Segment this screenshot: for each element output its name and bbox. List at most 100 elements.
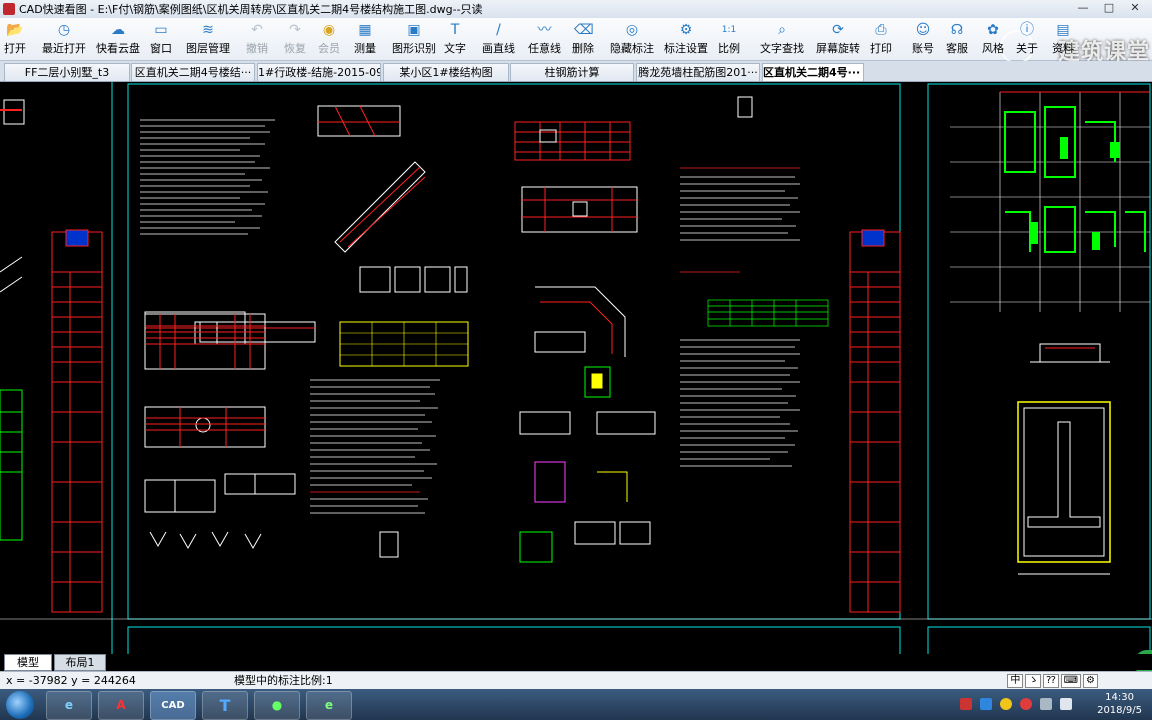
toolbar-button-14[interactable]: ◎ 隐藏标注 [610,20,654,58]
camera-icon[interactable]: ● [254,691,300,720]
cloud-icon: ☁ [111,22,125,38]
toolbar-button-5[interactable]: ↶ 撤销 [246,20,268,58]
drawing-canvas[interactable] [0,82,1152,654]
logo-block-right [861,229,885,247]
tray-app-icon[interactable] [960,698,972,710]
ie-icon[interactable]: e [46,691,92,720]
toolbar-button-8[interactable]: ▦ 测量 [354,20,376,58]
file-tab[interactable]: 区直机关二期4号···✕ [762,63,864,81]
t-app-icon[interactable]: T [202,691,248,720]
construction-notes-middle [310,379,440,514]
toolbar-button-label: 最近打开 [42,42,86,55]
pdf-icon[interactable]: A [98,691,144,720]
tray-volume-icon[interactable] [1060,698,1072,710]
clock-date: 2018/9/5 [1097,705,1142,716]
toolbar-button-17[interactable]: ⌕ 文字查找 [760,20,804,58]
window-controls: — □ ✕ [1070,0,1148,16]
beam-detail-1 [144,311,316,345]
close-button[interactable]: ✕ [1122,0,1148,16]
file-tab-label: FF二层小别墅_t3 [24,66,110,79]
toolbar-button-10[interactable]: T 文字 [444,20,466,58]
toolbar-button-label: 窗口 [150,42,172,55]
toolbar-button-12[interactable]: 〰任意线 [528,20,561,58]
app-logo-icon [3,3,15,15]
file-tab[interactable]: 区直机关二期4号楼结··· [131,63,255,81]
construction-notes-right [680,167,800,467]
sheet-border-lower-right [927,626,1151,654]
file-tab[interactable]: 腾龙苑墙柱配筋图201··· [636,63,760,81]
toolbar-button-0[interactable]: 📂 打开 [4,20,26,58]
file-tab[interactable]: 柱钢筋计算 [510,63,634,81]
tray-record-icon[interactable] [1020,698,1032,710]
foundation-plan-right [950,91,1150,312]
tab-layout1[interactable]: 布局1 [54,654,106,671]
text-icon: T [450,22,460,38]
start-button[interactable] [6,691,34,719]
status-bar: x = -37982 y = 244264 模型中的标注比例:1 中 ゝ ⁇ ⌨… [0,671,1152,690]
toolbar-button-label: 打印 [870,42,892,55]
eye-hidden-icon: ◎ [625,22,639,38]
close-tab-icon[interactable]: ✕ [863,69,864,79]
toolbar-button-label: 任意线 [528,42,561,55]
toolbar-button-2[interactable]: ☁ 快看云盘 [96,20,140,58]
ime-settings-icon[interactable]: ⚙ [1083,674,1098,688]
user-icon: ☺ [915,22,931,38]
toolbar-button-6[interactable]: ↷ 恢复 [284,20,306,58]
toolbar-button-18[interactable]: ⟳ 屏幕旋转 [816,20,860,58]
tab-model[interactable]: 模型 [4,654,52,671]
ime-mode-chinese[interactable]: 中 [1007,674,1024,688]
general-notes-block [140,119,275,235]
tray-network-icon[interactable] [1040,698,1052,710]
toolbar-button-13[interactable]: ⌫ 删除 [572,20,594,58]
palette-icon: ✿ [987,22,999,38]
ime-keyboard-icon[interactable]: ⌨ [1060,674,1082,688]
toolbar-button-label: 比例 [718,42,740,55]
file-tab-label: 腾龙苑墙柱配筋图201··· [638,66,758,79]
maximize-button[interactable]: □ [1096,0,1122,16]
sheet-border-lower [127,626,901,654]
redo-icon: ↷ [289,22,301,38]
file-tab-label: 区直机关二期4号··· [763,66,861,79]
window-icon: ▭ [154,22,168,38]
file-tab[interactable]: 某小区1#楼结构图 [383,63,509,81]
toolbar-button-19[interactable]: ⎙ 打印 [870,20,892,58]
tray-security-icon[interactable] [1000,698,1012,710]
undo-icon: ↶ [251,22,263,38]
toolbar-button-24[interactable]: ▤ 资料 [1052,20,1074,58]
freehand-icon: 〰 [537,22,552,38]
coordinates-readout: x = -37982 y = 244264 [6,674,136,687]
eraser-icon: ⌫ [574,22,594,38]
ime-toolbar[interactable]: 中 ゝ ⁇ ⌨ ⚙ [1007,674,1098,688]
measure-icon: ▦ [358,22,372,38]
ime-help-icon[interactable]: ⁇ [1043,674,1059,688]
text-search-icon: ⌕ [778,22,786,38]
toolbar-button-9[interactable]: ▣ 图形识别 [392,20,436,58]
toolbar-button-23[interactable]: ⓘ 关于 [1016,20,1038,58]
opening-reinforcement-2 [144,406,266,448]
file-tab[interactable]: 1#行政楼-结施-2015-09 [257,63,381,81]
toolbar-button-3[interactable]: ▭ 窗口 [150,20,172,58]
toolbar-button-11[interactable]: / 画直线 [482,20,515,58]
tray-bluetooth-icon[interactable] [980,698,992,710]
shape-recognition-icon: ▣ [407,22,421,38]
toolbar-button-7[interactable]: ◉ 会员 [318,20,340,58]
toolbar-button-label: 画直线 [482,42,515,55]
info-icon: ⓘ [1020,22,1034,38]
browser-icon[interactable]: e [306,691,352,720]
toolbar-button-1[interactable]: ◷ 最近打开 [42,20,86,58]
toolbar-button-label: 客服 [946,42,968,55]
layers-icon: ≋ [202,22,214,38]
toolbar-button-16[interactable]: 1:1 比例 [718,20,740,58]
toolbar-button-20[interactable]: ☺ 账号 [912,20,934,58]
toolbar-button-22[interactable]: ✿ 风格 [982,20,1004,58]
toolbar-button-4[interactable]: ≋ 图层管理 [186,20,230,58]
title-block-left [51,231,103,613]
toolbar-button-21[interactable]: ☊ 客服 [946,20,968,58]
cad-icon[interactable]: CAD [150,691,196,720]
file-tab[interactable]: FF二层小别墅_t3 [4,63,130,81]
system-clock[interactable]: 14:30 2018/9/5 [1097,691,1142,717]
toolbar-button-15[interactable]: ⚙ 标注设置 [664,20,708,58]
ime-punct-icon[interactable]: ゝ [1025,674,1042,688]
minimize-button[interactable]: — [1070,0,1096,16]
toolbar-button-label: 测量 [354,42,376,55]
